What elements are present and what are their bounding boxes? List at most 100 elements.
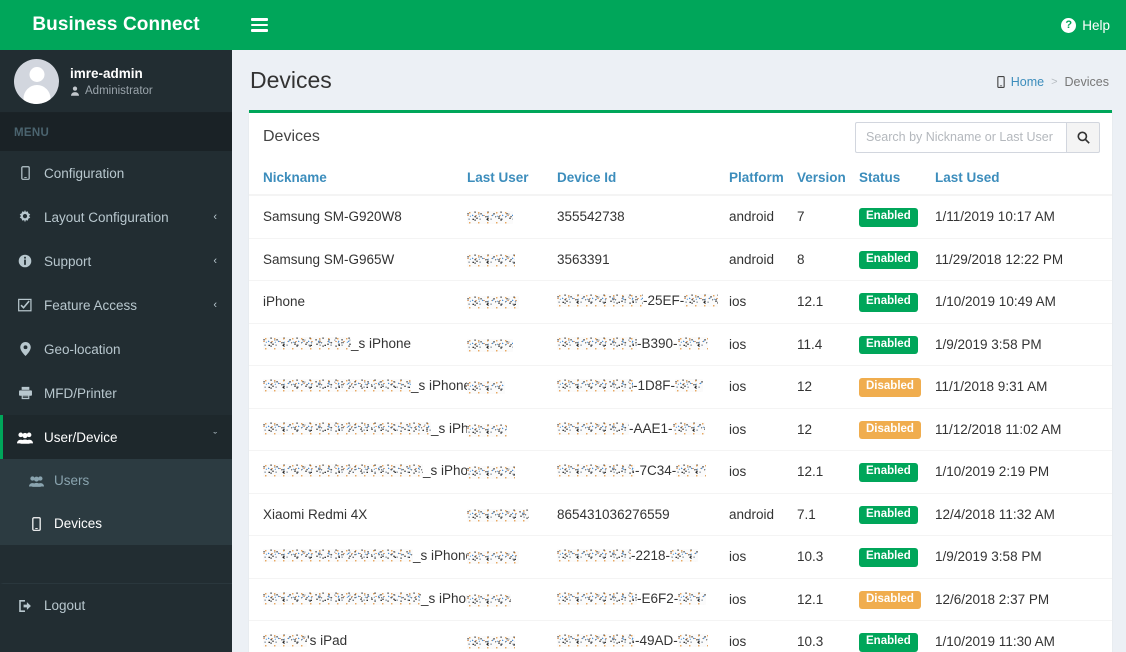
status-badge: Disabled xyxy=(859,378,921,397)
cell-nickname: _s iPhone xyxy=(249,365,467,408)
table-row[interactable]: Samsung SM-G965W 356339 1 android 8 Enabled 11… xyxy=(249,237,1112,281)
sidebar-item-users[interactable]: Users xyxy=(0,459,232,502)
status-badge: Disabled xyxy=(859,420,921,439)
cell-last-user xyxy=(467,492,557,536)
table-row[interactable]: _s iPhone -7C34- ios12.1Enabled 1/10/2019 2… xyxy=(249,450,1112,493)
mobile-icon xyxy=(997,76,1005,88)
redacted-text xyxy=(557,379,633,393)
device-id-text: 5542738 xyxy=(572,209,625,225)
page-header: Devices Home > Devices xyxy=(232,50,1126,94)
sidebar-item-user-device[interactable]: User/Device ˇ xyxy=(0,415,232,459)
cell-device-id: 865431036276559 xyxy=(557,492,729,536)
sidebar-item-geo-location[interactable]: Geo-location xyxy=(0,327,232,371)
sidebar-item-devices[interactable]: Devices xyxy=(0,502,232,545)
table-row[interactable]: _s iPhone -B390- ios 11.4 Enabled 1/9/2019 3:… xyxy=(249,322,1112,366)
devices-table: Nickname Last User Device Id Platform Ve… xyxy=(249,161,1112,652)
column-header-version[interactable]: Version xyxy=(797,161,859,196)
redacted-text xyxy=(557,591,637,605)
cell-version: 7.1 xyxy=(797,492,859,536)
breadcrumb-home-link[interactable]: Home xyxy=(997,75,1044,89)
cell-version: 10.3 xyxy=(797,535,859,578)
table-row[interactable]: _s iPhone -E6F2- ios12.1Disabled 12/6/2018 … xyxy=(249,577,1112,621)
cell-platform: ios xyxy=(729,322,797,366)
column-header-nickname[interactable]: Nickname xyxy=(249,161,467,196)
cell-last-user xyxy=(467,450,557,493)
column-header-last-user[interactable]: Last User xyxy=(467,161,557,196)
cell-status: Enabled xyxy=(859,195,935,238)
sidebar-item-label: User/Device xyxy=(44,429,118,445)
check-square-icon xyxy=(14,298,36,312)
help-button[interactable]: ? Help xyxy=(1061,17,1110,33)
cell-nickname: _s iPhone xyxy=(249,450,467,493)
cell-device-id: -7C34- xyxy=(557,450,729,493)
cell-status: Disabled xyxy=(859,407,935,451)
status-badge: Disabled xyxy=(859,590,921,609)
page-title: Devices xyxy=(250,67,332,93)
redacted-text xyxy=(676,464,707,478)
sidebar-subitem-label: Users xyxy=(54,473,90,488)
column-header-last-used[interactable]: Last Used xyxy=(935,161,1112,196)
sidebar-subitem-label: Devices xyxy=(54,516,103,531)
avatar xyxy=(14,58,59,104)
redacted-text xyxy=(672,421,705,435)
table-row[interactable]: iPhone -25EF-ios 12.1 Enabled 1/10/2019 10:4… xyxy=(249,280,1112,323)
cell-version: 12.1 xyxy=(797,280,859,323)
sidebar-item-logout[interactable]: Logout xyxy=(0,583,232,627)
chevron-left-icon: ‹ xyxy=(213,255,217,267)
sidebar-item-support[interactable]: Support ‹ xyxy=(0,239,232,283)
table-row[interactable]: Samsung SM-G920W8 35 5542738 android 7 Enable… xyxy=(249,195,1112,238)
nickname-text: iPhone xyxy=(263,294,306,310)
question-circle-icon: ? xyxy=(1061,17,1077,33)
table-row[interactable]: 's iPad -49AD-ios 10.3 Enabled 1/10/2019 11:… xyxy=(249,620,1112,652)
search-button[interactable] xyxy=(1066,121,1100,153)
mobile-icon xyxy=(14,166,36,180)
redacted-text xyxy=(557,464,635,478)
nickname-text: _s iPhone xyxy=(413,548,467,564)
search-input[interactable] xyxy=(855,121,1066,153)
cell-last-user xyxy=(467,237,557,281)
nickname-text: _s iPhone xyxy=(423,463,467,479)
mobile-icon xyxy=(26,516,46,531)
cell-platform: android xyxy=(729,492,797,536)
table-row[interactable]: Xiaomi Redmi 4X 865431036276559 android 7.1… xyxy=(249,492,1112,536)
device-id-text: 865431036276559 xyxy=(557,506,670,522)
sidebar-item-layout-configuration[interactable]: Layout Configuration ‹ xyxy=(0,195,232,239)
user-name: imre-admin xyxy=(70,65,143,81)
column-header-status[interactable]: Status xyxy=(859,161,935,196)
cell-last-user xyxy=(467,577,557,621)
redacted-text xyxy=(467,296,519,310)
user-info: imre-admin Administrator xyxy=(70,66,153,97)
cell-device-id: -25EF- xyxy=(557,280,729,323)
table-row[interactable]: _s iPhone -1D8F-ios 12 Disabled 11/1/2018 9:… xyxy=(249,365,1112,408)
device-id-text: -AAE1- xyxy=(629,420,673,436)
redacted-text xyxy=(467,211,513,225)
status-badge: Enabled xyxy=(859,505,918,524)
content-area: ? Help Devices Home > Devices Devices Se… xyxy=(232,0,1126,652)
table-row[interactable]: _s iPhone -AAE1- ios12Disabled 11/12/2018 1… xyxy=(249,407,1112,451)
sidebar-item-feature-access[interactable]: Feature Access ‹ xyxy=(0,283,232,327)
user-role-label: Administrator xyxy=(85,84,153,97)
brand-logo[interactable]: Business Connect xyxy=(0,0,232,50)
sidebar-item-configuration[interactable]: Configuration xyxy=(0,151,232,195)
cell-device-id: -49AD- xyxy=(557,620,729,652)
cell-last-used: 1/10/2019 10:49 AM xyxy=(935,280,1112,323)
redacted-text xyxy=(263,421,431,435)
cell-status: Disabled xyxy=(859,365,935,408)
status-badge: Enabled xyxy=(859,293,918,312)
sidebar-item-mfd-printer[interactable]: MFD/Printer xyxy=(0,371,232,415)
table-row[interactable]: _s iPhone -2218- ios10.3Enabled 1/9/2019 3:… xyxy=(249,535,1112,578)
chevron-left-icon: ‹ xyxy=(213,211,217,223)
column-header-device-id[interactable]: Device Id xyxy=(557,161,729,196)
device-id-text: -B390- xyxy=(637,335,678,351)
cell-last-used: 1/10/2019 2:19 PM xyxy=(935,450,1112,493)
cell-nickname: _s iPhone xyxy=(249,322,467,366)
cell-status: Disabled xyxy=(859,577,935,621)
hamburger-icon[interactable] xyxy=(247,13,272,37)
redacted-text xyxy=(467,508,529,522)
redacted-text xyxy=(675,379,704,393)
cell-last-user xyxy=(467,535,557,578)
column-header-platform[interactable]: Platform xyxy=(729,161,797,196)
cell-status: Enabled xyxy=(859,237,935,281)
cell-platform: ios xyxy=(729,577,797,621)
cell-last-user xyxy=(467,195,557,238)
